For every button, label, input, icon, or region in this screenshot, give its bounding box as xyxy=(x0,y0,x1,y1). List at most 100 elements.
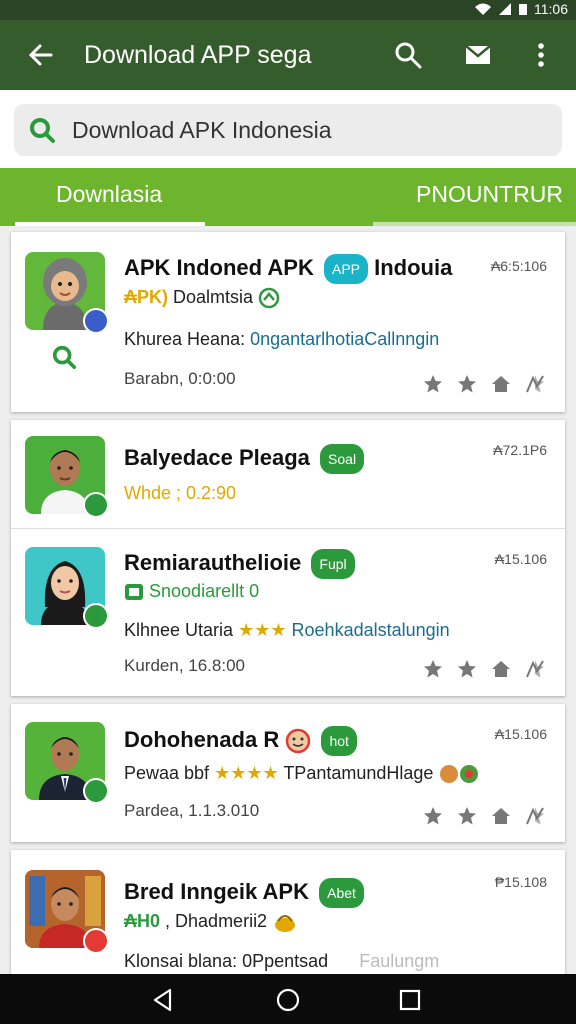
signal-icon xyxy=(499,3,511,15)
search-input[interactable]: Download APK Indonesia xyxy=(14,104,562,156)
home-circle-icon[interactable] xyxy=(275,987,301,1013)
app-size: ₱15.108 xyxy=(494,874,547,890)
app-title: Bred Inngeik APK Abet xyxy=(124,878,364,908)
desc-link[interactable]: 0ngantarlhotiaCallnngin xyxy=(250,329,439,349)
star-icon[interactable] xyxy=(423,374,443,394)
app-card[interactable]: APK Indoned APK APP Indouia ₳6:5:106 ₳PK… xyxy=(11,232,565,412)
mail-icon[interactable] xyxy=(463,40,493,70)
tab-indicator xyxy=(373,222,576,226)
app-description: Klonsai blana: 0Ppentsad Faulungm xyxy=(124,950,439,972)
app-category-icon xyxy=(125,584,143,601)
app-subtitle: ₳PK) Doalmtsia xyxy=(124,286,280,309)
app-date: Pardea, 1.1.3.010 xyxy=(124,801,260,820)
app-description: Klhnee Utaria ★★★ Roehkadalstalungin xyxy=(124,619,450,641)
tab-pnountrur[interactable]: PNOUNTRUR xyxy=(416,180,563,208)
app-title: Remiarauthelioie Fupl xyxy=(124,549,355,579)
app-title: APK Indoned APK APP Indouia xyxy=(124,254,452,284)
desc-stars: ★★★★ xyxy=(214,763,279,783)
search-text: Download APK Indonesia xyxy=(72,117,332,143)
home-icon[interactable] xyxy=(491,374,511,394)
app-date: Barabn, 0:0:00 xyxy=(124,369,236,388)
recents-square-icon[interactable] xyxy=(397,987,423,1013)
app-title: Balyedace Pleaga Soal xyxy=(124,444,365,474)
status-icons: 11:06 xyxy=(474,1,568,17)
share-icon[interactable] xyxy=(525,806,545,826)
tab-downlasia[interactable]: Downlasia xyxy=(56,180,162,208)
desc-text: TPantamundHlage xyxy=(283,763,434,783)
app-name: Bred Inngeik APK xyxy=(124,878,309,904)
app-name: APK Indoned APK xyxy=(124,254,314,280)
app-description: Pewaa bbf ★★★★ TPantamundHlage xyxy=(124,762,482,785)
app-tag: Soal xyxy=(320,444,365,474)
emoji-icon xyxy=(440,765,479,784)
share-icon[interactable] xyxy=(525,659,545,679)
desc-label: Khurea Heana: xyxy=(124,329,246,349)
app-tag: Abet xyxy=(319,878,364,908)
home-icon[interactable] xyxy=(491,806,511,826)
app-bar: Download APP sega xyxy=(0,20,576,90)
system-nav-bar xyxy=(0,974,576,1024)
search-icon[interactable] xyxy=(393,40,423,70)
app-bar-title: Download APP sega xyxy=(84,41,312,69)
star-icon[interactable] xyxy=(423,659,443,679)
app-badge xyxy=(83,928,109,954)
wifi-icon xyxy=(475,3,491,15)
app-sub-text: Snoodiarellt 0 xyxy=(149,581,260,601)
app-date: Kurden, 16.8:00 xyxy=(124,656,245,675)
app-size: ₳15.106 xyxy=(494,726,547,742)
star-icon[interactable] xyxy=(423,806,443,826)
arrow-left-icon[interactable] xyxy=(26,40,56,70)
app-badge xyxy=(83,492,109,518)
app-badge xyxy=(83,308,109,334)
search-section: Download APK Indonesia xyxy=(0,90,576,168)
app-sub-prefix: ₳H0 xyxy=(124,911,161,931)
action-row xyxy=(423,806,545,826)
app-size: ₳15.106 xyxy=(494,551,547,567)
share-icon[interactable] xyxy=(525,374,545,394)
active-tab-indicator xyxy=(15,222,205,226)
app-tag: Fupl xyxy=(311,549,355,579)
app-description: Khurea Heana: 0ngantarlhotiaCallnngin xyxy=(124,328,439,350)
app-tag: APP xyxy=(323,254,368,284)
app-sub-prefix: ₳PK) xyxy=(124,287,168,307)
app-subtitle: Snoodiarellt 0 xyxy=(124,580,259,602)
star-icon[interactable] xyxy=(457,806,477,826)
desc-faint: Faulungm xyxy=(359,951,440,971)
app-card[interactable]: Dohohenada R hot ₳15.106 Pewaa bbf ★★★★ … xyxy=(11,704,565,842)
more-vert-icon[interactable] xyxy=(526,40,556,70)
app-tag: hot xyxy=(321,726,357,756)
battery-icon xyxy=(519,4,527,15)
category-icon xyxy=(258,288,280,309)
action-row xyxy=(423,374,545,394)
status-bar: 11:06 xyxy=(0,0,576,20)
home-icon[interactable] xyxy=(491,659,511,679)
desc-link[interactable]: Roehkadalstalungin xyxy=(292,620,450,640)
app-extra: Indouia xyxy=(374,254,453,280)
list-item[interactable]: Balyedace Pleaga Soal ₳72.1P6 Whde ; 0.2… xyxy=(11,420,565,528)
app-card[interactable]: Bred Inngeik APK Abet ₱15.108 ₳H0 , Dhad… xyxy=(11,850,565,974)
app-card[interactable]: Balyedace Pleaga Soal ₳72.1P6 Whde ; 0.2… xyxy=(11,420,565,696)
app-badge xyxy=(83,778,109,804)
status-time: 11:06 xyxy=(534,1,568,17)
desc-text: 0Ppentsad xyxy=(242,951,329,971)
app-subtitle: Whde ; 0.2:90 xyxy=(124,483,237,503)
app-subtitle: ₳H0 , Dhadmerii2 xyxy=(124,910,298,933)
back-triangle-icon[interactable] xyxy=(150,987,176,1013)
search-icon xyxy=(52,345,77,370)
desc-stars: ★★★ xyxy=(238,620,287,640)
desc-label: Klhnee Utaria xyxy=(124,620,234,640)
emoji-icon xyxy=(275,915,296,933)
emoji-icon xyxy=(286,728,311,754)
app-sub-text: Doalmtsia xyxy=(173,287,254,307)
app-name: Balyedace Pleaga xyxy=(124,444,310,470)
list-item[interactable]: Remiarauthelioie Fupl ₳15.106 Snoodiarel… xyxy=(11,529,565,696)
app-sub-text: , Dhadmerii2 xyxy=(165,911,268,931)
star-icon[interactable] xyxy=(457,659,477,679)
desc-label: Pewaa bbf xyxy=(124,763,210,783)
star-icon[interactable] xyxy=(457,374,477,394)
app-size: ₳6:5:106 xyxy=(490,258,547,274)
tab-bar: Downlasia PNOUNTRUR xyxy=(0,168,576,226)
app-size: ₳72.1P6 xyxy=(493,442,547,458)
app-title: Dohohenada R hot xyxy=(124,726,357,756)
app-badge xyxy=(83,603,109,629)
